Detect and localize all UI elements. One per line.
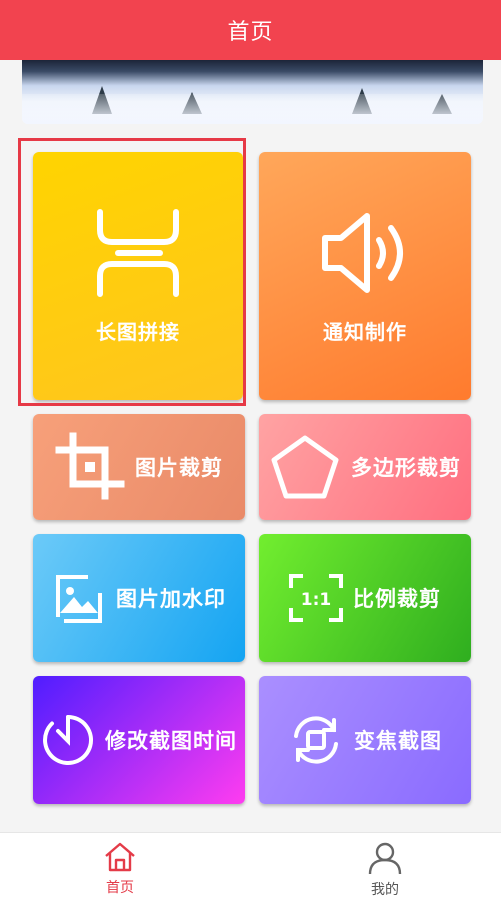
tile-label: 变焦截图 (354, 729, 442, 753)
pentagon-icon (271, 435, 339, 499)
tab-home[interactable]: 首页 (60, 841, 180, 897)
tile-label: 图片加水印 (116, 587, 226, 611)
tile-image-watermark[interactable]: 图片加水印 (33, 534, 245, 662)
tile-edit-screenshot-time[interactable]: 修改截图时间 (33, 676, 245, 804)
tab-home-label: 首页 (106, 880, 134, 896)
tile-label: 比例裁剪 (353, 587, 441, 611)
tab-mine-label: 我的 (371, 882, 399, 898)
timer-icon (43, 715, 94, 765)
hero-banner-image[interactable] (22, 60, 483, 124)
stitch-icon (97, 208, 179, 297)
bottom-tab-bar: 首页 我的 (0, 832, 501, 907)
top-app-bar: 首页 (0, 0, 501, 60)
tile-notification-maker[interactable]: 通知制作 (259, 152, 471, 400)
tile-ratio-crop[interactable]: 1:1 比例裁剪 (259, 534, 471, 662)
tile-image-crop[interactable]: 图片裁剪 (33, 414, 245, 520)
ratio-icon: 1:1 (289, 574, 343, 622)
page-title: 首页 (227, 20, 274, 45)
tile-long-image-stitch[interactable]: 长图拼接 (33, 152, 243, 400)
ratio-text: 1:1 (301, 590, 331, 610)
tile-label: 长图拼接 (96, 319, 180, 344)
tile-label: 修改截图时间 (105, 729, 237, 753)
home-icon (105, 842, 135, 872)
tile-label: 多边形裁剪 (351, 456, 461, 480)
user-icon (368, 842, 402, 875)
image-icon (56, 575, 102, 623)
crop-icon (55, 432, 125, 500)
tile-zoom-screenshot[interactable]: 变焦截图 (259, 676, 471, 804)
tile-label: 图片裁剪 (135, 456, 223, 480)
tile-polygon-crop[interactable]: 多边形裁剪 (259, 414, 471, 520)
tab-mine[interactable]: 我的 (325, 841, 445, 899)
tile-label: 通知制作 (323, 319, 407, 344)
speaker-icon (322, 212, 403, 293)
zoom-rotate-icon (294, 716, 338, 764)
